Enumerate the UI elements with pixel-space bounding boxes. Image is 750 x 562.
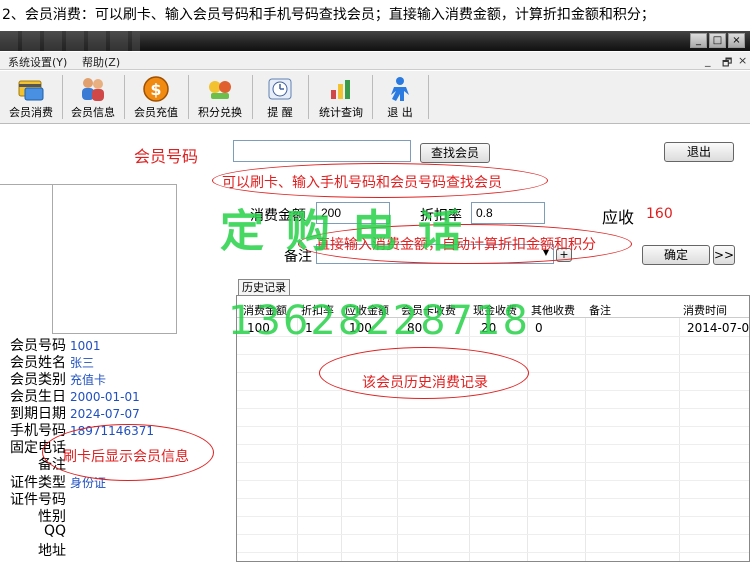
toolbar-separator [62,75,63,119]
row-divider [237,444,749,445]
row-divider [237,480,749,481]
row-divider [237,426,749,427]
row-divider [237,498,749,499]
history-hint-text: 该会员历史消费记录 [362,375,488,391]
row-divider [237,408,749,409]
toolbar-label: 提 醒 [267,106,293,119]
toolbar-separator [372,75,373,119]
search-hint-text: 可以刷卡、输入手机号码和会员号码查找会员 [222,175,502,191]
member-number-label: 会员号码 [134,147,199,166]
member-number-input[interactable] [233,140,411,162]
member-info-key: QQ [43,523,66,539]
toolbar-separator [428,75,429,119]
menu-help[interactable]: 帮助(Z) [82,54,120,70]
watermark-phone-number: 13628228718 [228,298,530,344]
member-info-row: 会员号码 1001 [6,335,206,354]
toolbar-member-info-button[interactable]: 会员信息 [66,73,120,121]
members-icon [82,78,104,101]
window-close-button[interactable]: × [728,33,745,48]
member-info-row: 会员生日 2000-01-01 [6,386,206,405]
row-divider [237,552,749,553]
window-minimize-button[interactable]: _ [690,33,707,48]
table-cell[interactable]: 2014-07-08 [687,321,749,335]
titlebar-decoration [0,31,140,51]
toolbar-separator [188,75,189,119]
member-info-value: 2000-01-01 [70,390,140,404]
points-gift-icon [209,81,231,99]
window-titlebar: _ □ × [0,31,750,51]
toolbar-label: 积分兑换 [198,106,242,119]
toolbar-points-exchange-button[interactable]: 积分兑换 [192,73,248,121]
exit-button[interactable]: 退出 [664,142,734,162]
toolbar-member-recharge-button[interactable]: $ 会员充值 [128,73,184,121]
card-payment-icon [18,80,44,101]
member-info-value: 2024-07-07 [70,407,140,421]
reminder-icon [268,78,292,100]
member-info-row: 到期日期 2024-07-07 [6,403,206,422]
member-info-value: 充值卡 [70,373,107,387]
main-toolbar: 会员消费 会员信息 $ 会员充值 积分兑换 提 醒 统计查询 退 出 [0,71,750,124]
toolbar-reminder-button[interactable]: 提 醒 [258,73,302,121]
confirm-button[interactable]: 确定 [642,245,710,265]
find-member-button[interactable]: 查找会员 [420,143,490,163]
toolbar-separator [252,75,253,119]
member-hint-text: 刷卡后显示会员信息 [63,449,189,465]
tab-history[interactable]: 历史记录 [238,279,290,295]
toolbar-label: 统计查询 [319,106,363,119]
amount-due-label: 应收 [602,208,635,227]
page-caption: 2、会员消费：可以刷卡、输入会员号码和手机号码查找会员；直接输入消费金额，计算折… [2,7,655,23]
member-info-row: 地址 [6,540,206,559]
member-info-value: 1001 [70,339,101,353]
menu-bar: 系统设置(Y) 帮助(Z) _ 🗗 × [0,52,750,70]
toolbar-label: 退 出 [387,106,413,119]
left-panel-divider [0,184,52,185]
exit-person-icon [391,77,409,101]
amount-due-value: 160 [646,206,673,222]
coin-recharge-icon: $ [143,76,169,102]
toolbar-member-consume-button[interactable]: 会员消费 [4,73,58,121]
member-info-value: 张三 [70,356,95,370]
child-close-button[interactable]: × [738,54,747,67]
child-minimize-button[interactable]: _ [705,54,711,67]
row-divider [237,534,749,535]
member-info-row: QQ [6,523,206,540]
row-divider [237,462,749,463]
member-info-key: 地址 [38,543,66,559]
toolbar-separator [308,75,309,119]
member-photo-box [52,184,177,334]
menu-system-settings[interactable]: 系统设置(Y) [8,54,67,70]
member-info-row: 会员姓名 张三 [6,352,206,371]
watermark-phone-label: 定购电话 [220,206,484,257]
next-button[interactable]: >> [713,245,735,265]
toolbar-label: 会员信息 [71,106,115,119]
statistics-icon [331,80,350,99]
row-divider [237,516,749,517]
history-column-header[interactable]: 其他收费 [531,302,575,318]
table-cell[interactable]: 0 [535,321,543,335]
toolbar-label: 会员消费 [9,106,53,119]
toolbar-exit-button[interactable]: 退 出 [378,73,422,121]
history-column-header[interactable]: 消费时间 [683,302,727,318]
member-info-row: 证件号码 [6,489,206,508]
window-maximize-button[interactable]: □ [709,33,726,48]
toolbar-statistics-button[interactable]: 统计查询 [314,73,368,121]
toolbar-label: 会员充值 [134,106,178,119]
member-info-row: 会员类别 充值卡 [6,369,206,388]
toolbar-separator [124,75,125,119]
member-info-row: 性别 [6,506,206,525]
svg-text:$: $ [150,80,161,99]
history-column-header[interactable]: 备注 [589,302,611,318]
